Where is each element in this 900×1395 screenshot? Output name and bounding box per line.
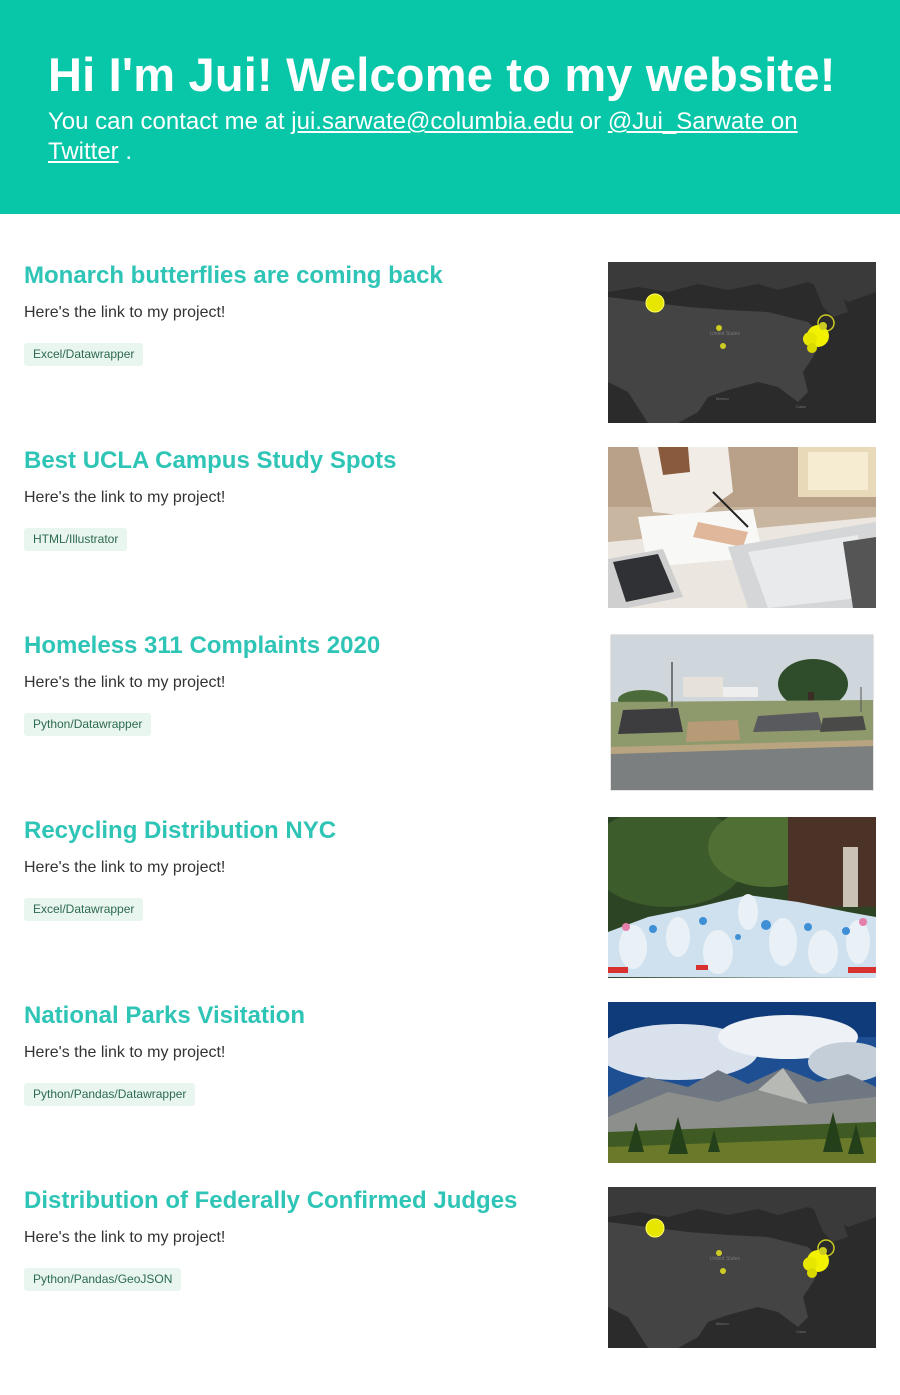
tool-tag: Python/Pandas/Datawrapper — [24, 1083, 196, 1106]
tool-tag: Python/Pandas/GeoJSON — [24, 1268, 182, 1291]
contact-line: You can contact me at jui.sarwate@columb… — [48, 107, 852, 167]
project-title[interactable]: Monarch butterflies are coming back — [24, 262, 584, 290]
tool-tag: HTML/Illustrator — [24, 528, 128, 551]
svg-text:United States: United States — [710, 1256, 741, 1262]
project-thumbnail-bottles-photo[interactable] — [608, 817, 876, 978]
project-link-text[interactable]: Here's the link to my project! — [24, 1043, 584, 1063]
project-link-text[interactable]: Here's the link to my project! — [24, 673, 584, 693]
project-title[interactable]: Recycling Distribution NYC — [24, 817, 584, 845]
svg-text:Mexico: Mexico — [716, 396, 729, 401]
project-link-text[interactable]: Here's the link to my project! — [24, 303, 584, 323]
project-title[interactable]: Distribution of Federally Confirmed Judg… — [24, 1187, 584, 1215]
project-title[interactable]: Homeless 311 Complaints 2020 — [24, 632, 584, 660]
project-card: Best UCLA Campus Study Spots Here's the … — [0, 447, 900, 632]
contact-suffix: . — [118, 138, 133, 165]
email-link[interactable]: jui.sarwate@columbia.edu — [291, 108, 573, 135]
contact-or: or — [573, 108, 608, 135]
project-thumbnail-study-photo[interactable] — [608, 447, 876, 608]
page-title: Hi I'm Jui! Welcome to my website! — [48, 48, 836, 101]
project-thumbnail-encampment-photo[interactable] — [608, 632, 876, 793]
tool-tag: Python/Datawrapper — [24, 713, 152, 736]
project-card: Monarch butterflies are coming back Here… — [0, 262, 900, 447]
project-card: Recycling Distribution NYC Here's the li… — [0, 817, 900, 1002]
project-thumbnail-map[interactable]: United States Mexico Cuba — [608, 1187, 876, 1348]
svg-text:Cuba: Cuba — [796, 404, 806, 409]
svg-text:Mexico: Mexico — [716, 1321, 729, 1326]
project-card: National Parks Visitation Here's the lin… — [0, 1002, 900, 1187]
project-thumbnail-map[interactable]: United States Mexico Cuba — [608, 262, 876, 423]
project-card: Distribution of Federally Confirmed Judg… — [0, 1187, 900, 1372]
svg-text:Cuba: Cuba — [796, 1329, 806, 1334]
tool-tag: Excel/Datawrapper — [24, 898, 144, 921]
project-list: Monarch butterflies are coming back Here… — [0, 214, 900, 1372]
project-card: Homeless 311 Complaints 2020 Here's the … — [0, 632, 900, 817]
project-title[interactable]: Best UCLA Campus Study Spots — [24, 447, 584, 475]
project-title[interactable]: National Parks Visitation — [24, 1002, 584, 1030]
project-link-text[interactable]: Here's the link to my project! — [24, 1228, 584, 1248]
svg-text:United States: United States — [710, 331, 741, 337]
site-header: Hi I'm Jui! Welcome to my website! You c… — [0, 0, 900, 214]
project-thumbnail-mountains-photo[interactable] — [608, 1002, 876, 1163]
project-link-text[interactable]: Here's the link to my project! — [24, 858, 584, 878]
project-link-text[interactable]: Here's the link to my project! — [24, 488, 584, 508]
contact-prefix: You can contact me at — [48, 108, 292, 135]
tool-tag: Excel/Datawrapper — [24, 343, 144, 366]
